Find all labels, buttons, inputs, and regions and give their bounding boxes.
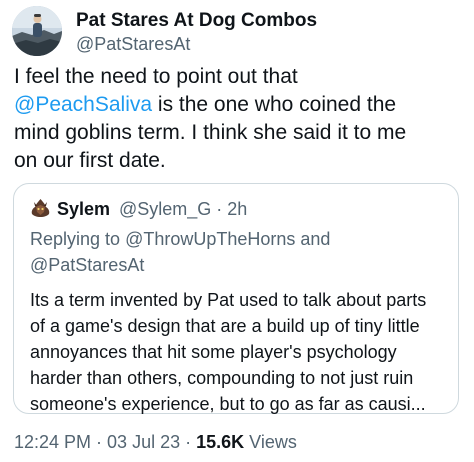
tweet-time[interactable]: 12:24 PM xyxy=(14,432,91,452)
author-handle[interactable]: @PatStaresAt xyxy=(76,34,190,55)
quoted-author-avatar[interactable] xyxy=(30,198,51,219)
tweet-date[interactable]: 03 Jul 23 xyxy=(107,432,180,452)
quoted-author-meta: @Sylem_G · 2h xyxy=(119,199,248,219)
tweet-line: mind goblins term. I think she said it t… xyxy=(14,121,407,144)
tweet-footer: 12:24 PM · 03 Jul 23 · 15.6K Views xyxy=(14,432,297,453)
tweet-line: I feel the need to point out that xyxy=(14,65,298,88)
replying-to-link[interactable]: @PatStaresAt xyxy=(30,252,330,278)
quoted-text-line: Its a term invented by Pat used to talk … xyxy=(30,290,427,310)
separator-dot: · xyxy=(91,432,108,452)
quoted-text-line: of a game's design that are a build up o… xyxy=(30,316,420,336)
tweet-line-text: is the one who coined the xyxy=(152,93,397,116)
author-avatar[interactable] xyxy=(12,6,62,56)
replying-to: Replying to @ThrowUpTheHorns and @PatSta… xyxy=(30,226,330,278)
replying-line: Replying to @ThrowUpTheHorns and xyxy=(30,226,330,252)
quoted-tweet-card[interactable]: Sylem @Sylem_G · 2h Replying to @ThrowUp… xyxy=(13,183,459,414)
views-count[interactable]: 15.6K xyxy=(196,432,244,452)
avatar-image xyxy=(12,6,62,56)
quoted-text-line: someone's experience, but to go as far a… xyxy=(30,394,426,414)
quoted-tweet-text: Its a term invented by Pat used to talk … xyxy=(30,287,426,417)
quoted-author-name[interactable]: Sylem xyxy=(57,199,110,220)
quoted-text-line: harder than others, compounding to not j… xyxy=(30,368,414,388)
replying-to-link[interactable]: @ThrowUpTheHorns xyxy=(125,229,295,249)
quoted-text-line: annoyances that hit some player's psycho… xyxy=(30,342,397,362)
mention-link[interactable]: @PeachSaliva xyxy=(14,93,152,116)
tweet-header: Pat Stares At Dog Combos @PatStaresAt xyxy=(12,6,462,56)
tweet-text: I feel the need to point out that @Peach… xyxy=(14,63,464,175)
replying-prefix: Replying to xyxy=(30,229,126,249)
replying-and: and xyxy=(295,229,331,249)
tweet-line: @PeachSaliva is the one who coined the xyxy=(14,91,464,119)
separator-dot: · xyxy=(180,432,197,452)
author-display-name[interactable]: Pat Stares At Dog Combos xyxy=(76,10,317,32)
views-label: Views xyxy=(244,432,297,452)
tweet-line: on our first date. xyxy=(14,149,166,172)
